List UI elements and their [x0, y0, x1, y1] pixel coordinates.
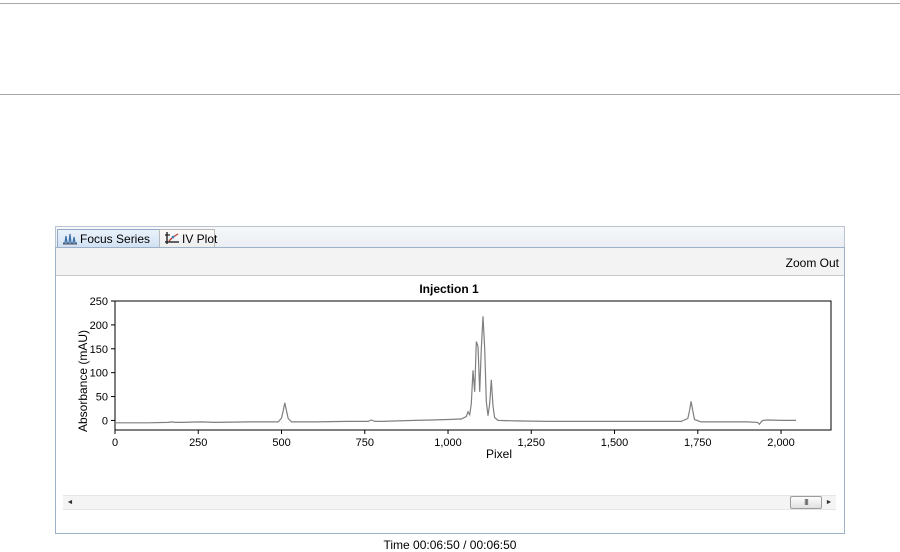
- tab-iv-plot-label: IV Plot: [182, 232, 218, 246]
- scroll-right-arrow[interactable]: ►: [822, 496, 836, 509]
- x-tick-label: 0: [112, 437, 118, 449]
- section-divider: [0, 94, 900, 95]
- x-tick-label: 1,500: [601, 437, 629, 449]
- time-status: Time 00:06:50 / 00:06:50: [383, 538, 517, 552]
- chart-title: Injection 1: [419, 282, 479, 296]
- iv-plot-icon: [165, 232, 179, 244]
- x-tick-label: 250: [189, 437, 207, 449]
- y-tick-label: 100: [90, 368, 108, 380]
- tab-focus-series[interactable]: Focus Series: [57, 229, 161, 249]
- chart-panel: Focus Series IV Plot Zoom Out Injection …: [55, 226, 845, 552]
- top-divider: [0, 3, 900, 4]
- tab-content: Zoom Out Injection 1 Absorbance (mAU) Pi…: [55, 247, 845, 552]
- focus-series-icon: [63, 233, 77, 245]
- x-tick-label: 500: [272, 437, 290, 449]
- x-tick-label: 2,000: [767, 437, 795, 449]
- horizontal-scrollbar[interactable]: ◄ III ►: [63, 495, 836, 510]
- y-tick-label: 150: [90, 344, 108, 356]
- tab-focus-series-label: Focus Series: [80, 232, 151, 246]
- x-tick-label: 1,750: [684, 437, 712, 449]
- tab-iv-plot[interactable]: IV Plot: [159, 229, 218, 249]
- y-axis-label: Absorbance (mAU): [76, 330, 90, 432]
- tab-strip: Focus Series IV Plot: [55, 226, 845, 249]
- x-tick-label: 1,000: [434, 437, 462, 449]
- y-tick-label: 200: [90, 320, 108, 332]
- scroll-thumb[interactable]: III: [790, 496, 822, 509]
- zoom-out-button[interactable]: Zoom Out: [786, 256, 839, 270]
- x-tick-label: 1,250: [518, 437, 546, 449]
- scroll-left-arrow[interactable]: ◄: [63, 496, 77, 509]
- y-tick-label: 50: [96, 392, 108, 404]
- chart-toolbar: Zoom Out: [56, 248, 844, 276]
- x-tick-label: 750: [356, 437, 374, 449]
- y-tick-label: 0: [102, 415, 108, 427]
- x-axis-label: Pixel: [486, 447, 512, 461]
- chromatogram-chart[interactable]: Injection 1 Absorbance (mAU) Pixel 0 250 5…: [56, 276, 844, 486]
- plot-area: [114, 300, 832, 431]
- y-tick-label: 250: [90, 296, 108, 308]
